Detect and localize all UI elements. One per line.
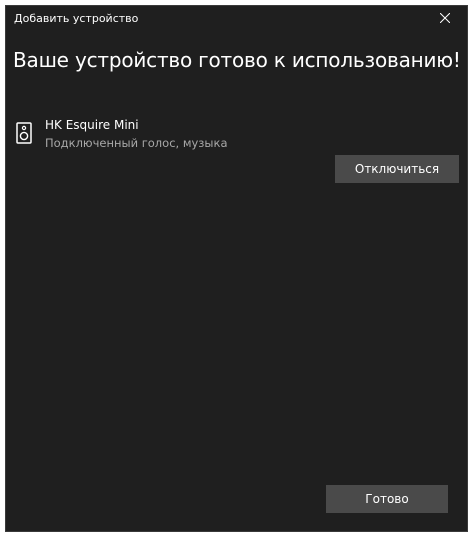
- device-name: HK Esquire Mini: [45, 118, 139, 132]
- device-status: Подключенный голос, музыка: [45, 136, 228, 150]
- disconnect-button[interactable]: Отключиться: [335, 155, 459, 183]
- done-button[interactable]: Готово: [326, 485, 448, 513]
- title-bar: Добавить устройство: [6, 6, 467, 30]
- add-device-window: Добавить устройство Ваше устройство гото…: [5, 5, 468, 532]
- device-item: HK Esquire Mini Подключенный голос, музы…: [16, 118, 228, 151]
- device-text: HK Esquire Mini Подключенный голос, музы…: [45, 118, 228, 151]
- close-button[interactable]: [422, 6, 467, 30]
- page-title: Ваше устройство готово к использованию!: [13, 48, 461, 72]
- speaker-icon: [16, 122, 32, 144]
- window-title: Добавить устройство: [14, 11, 139, 25]
- close-icon: [439, 13, 450, 23]
